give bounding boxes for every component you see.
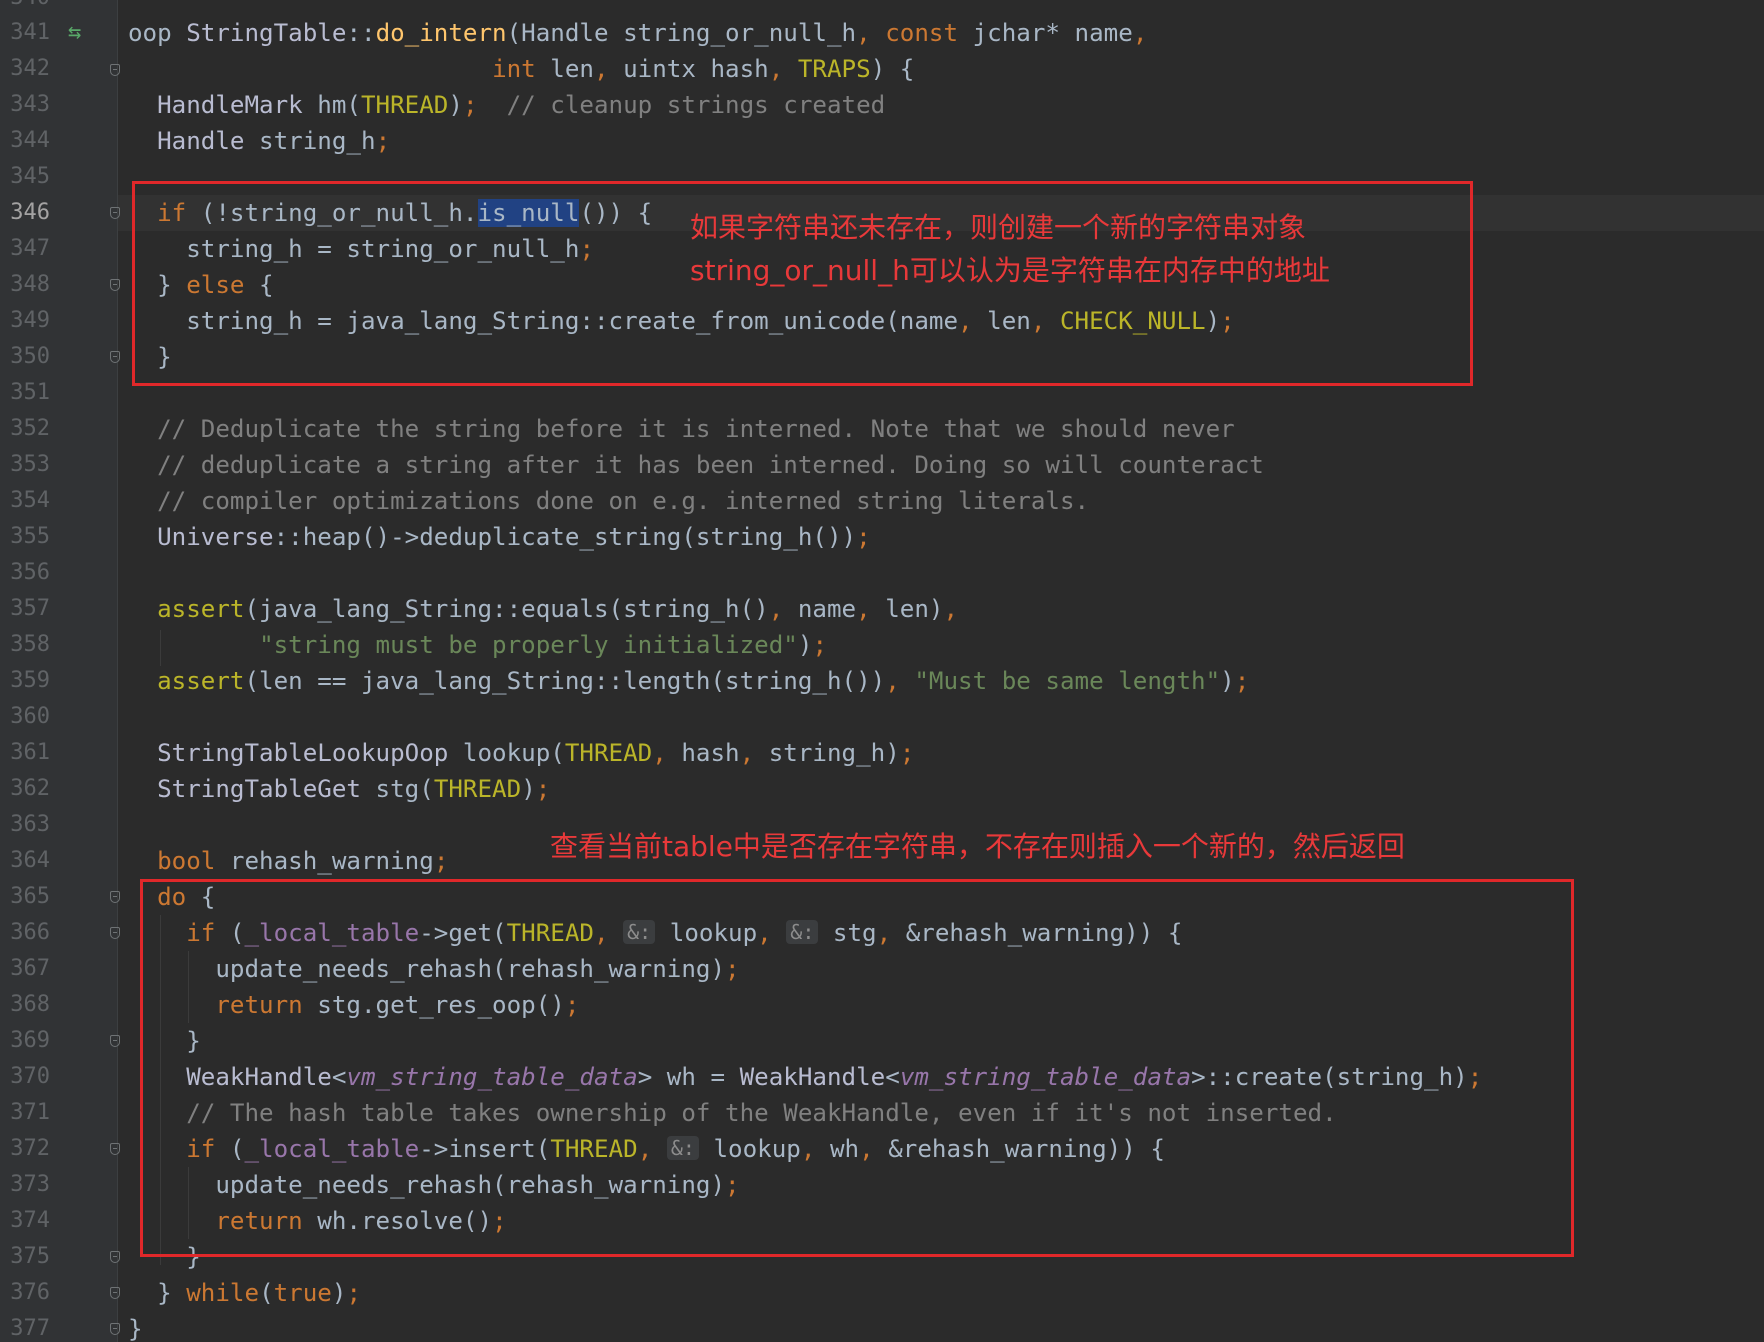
line-number: 358 <box>10 632 50 657</box>
fold-marker-icon[interactable] <box>110 1323 120 1335</box>
line-number: 341 <box>10 20 50 45</box>
annotation-text: string_or_null_h可以认为是字符串在内存中的地址 <box>690 254 1330 287</box>
line-number: 359 <box>10 668 50 693</box>
code-line-341[interactable]: oop StringTable::do_intern(Handle string… <box>128 15 1147 51</box>
code-line-342[interactable]: int len, uintx hash, TRAPS) { <box>128 51 914 87</box>
line-number: 345 <box>10 164 50 189</box>
fold-marker-icon[interactable] <box>110 64 120 76</box>
code-line-364[interactable]: bool rehash_warning; <box>128 843 448 879</box>
line-number: 354 <box>10 488 50 513</box>
line-number: 351 <box>10 380 50 405</box>
line-number: 357 <box>10 596 50 621</box>
fold-marker-icon[interactable] <box>110 279 120 291</box>
line-number: 371 <box>10 1100 50 1125</box>
line-number: 344 <box>10 128 50 153</box>
code-line-357[interactable]: assert(java_lang_String::equals(string_h… <box>128 591 958 627</box>
code-line-355[interactable]: Universe::heap()->deduplicate_string(str… <box>128 519 871 555</box>
line-number: 352 <box>10 416 50 441</box>
code-line-353[interactable]: // deduplicate a string after it has bee… <box>128 447 1264 483</box>
code-line-377[interactable]: } <box>128 1311 143 1342</box>
line-number: 364 <box>10 848 50 873</box>
override-method-icon[interactable]: ⇆ <box>68 15 81 51</box>
line-number: 367 <box>10 956 50 981</box>
fold-marker-icon[interactable] <box>110 1035 120 1047</box>
code-line-352[interactable]: // Deduplicate the string before it is i… <box>128 411 1235 447</box>
code-line-358[interactable]: "string must be properly initialized"); <box>128 627 827 663</box>
fold-marker-icon[interactable] <box>110 351 120 363</box>
line-number: 343 <box>10 92 50 117</box>
fold-marker-icon[interactable] <box>110 891 120 903</box>
line-number: 369 <box>10 1028 50 1053</box>
line-number: 376 <box>10 1280 50 1305</box>
fold-marker-icon[interactable] <box>110 1143 120 1155</box>
code-line-354[interactable]: // compiler optimizations done on e.g. i… <box>128 483 1089 519</box>
fold-marker-icon[interactable] <box>110 1251 120 1263</box>
line-number: 356 <box>10 560 50 585</box>
line-number: 370 <box>10 1064 50 1089</box>
code-line-361[interactable]: StringTableLookupOop lookup(THREAD, hash… <box>128 735 914 771</box>
line-number: 361 <box>10 740 50 765</box>
code-line-376[interactable]: } while(true); <box>128 1275 361 1311</box>
fold-marker-icon[interactable] <box>110 927 120 939</box>
line-number: 372 <box>10 1136 50 1161</box>
line-number: 360 <box>10 704 50 729</box>
line-number: 374 <box>10 1208 50 1233</box>
code-line-343[interactable]: HandleMark hm(THREAD); // cleanup string… <box>128 87 885 123</box>
line-number: 373 <box>10 1172 50 1197</box>
line-number: 365 <box>10 884 50 909</box>
line-number: 375 <box>10 1244 50 1269</box>
line-number: 347 <box>10 236 50 261</box>
line-number: 377 <box>10 1316 50 1341</box>
code-line-344[interactable]: Handle string_h; <box>128 123 390 159</box>
line-number: 350 <box>10 344 50 369</box>
line-number: 368 <box>10 992 50 1017</box>
code-line-362[interactable]: StringTableGet stg(THREAD); <box>128 771 550 807</box>
annotation-box-lookup-insert <box>140 879 1574 1257</box>
line-number: 348 <box>10 272 50 297</box>
line-number-current: 346 <box>10 200 50 225</box>
line-number: 355 <box>10 524 50 549</box>
annotation-text: 如果字符串还未存在，则创建一个新的字符串对象 <box>690 211 1307 244</box>
line-number: 349 <box>10 308 50 333</box>
line-number: 366 <box>10 920 50 945</box>
line-number: 342 <box>10 56 50 81</box>
annotation-text: 查看当前table中是否存在字符串，不存在则插入一个新的，然后返回 <box>550 830 1405 863</box>
line-number: 353 <box>10 452 50 477</box>
fold-marker-icon[interactable] <box>110 1287 120 1299</box>
code-editor[interactable]: 340 341 342 343 344 345 346 347 348 349 … <box>0 0 1764 1342</box>
fold-marker-icon[interactable] <box>110 207 120 219</box>
line-number: 363 <box>10 812 50 837</box>
line-number: 340 <box>0 0 50 16</box>
code-line-359[interactable]: assert(len == java_lang_String::length(s… <box>128 663 1249 699</box>
line-number: 362 <box>10 776 50 801</box>
